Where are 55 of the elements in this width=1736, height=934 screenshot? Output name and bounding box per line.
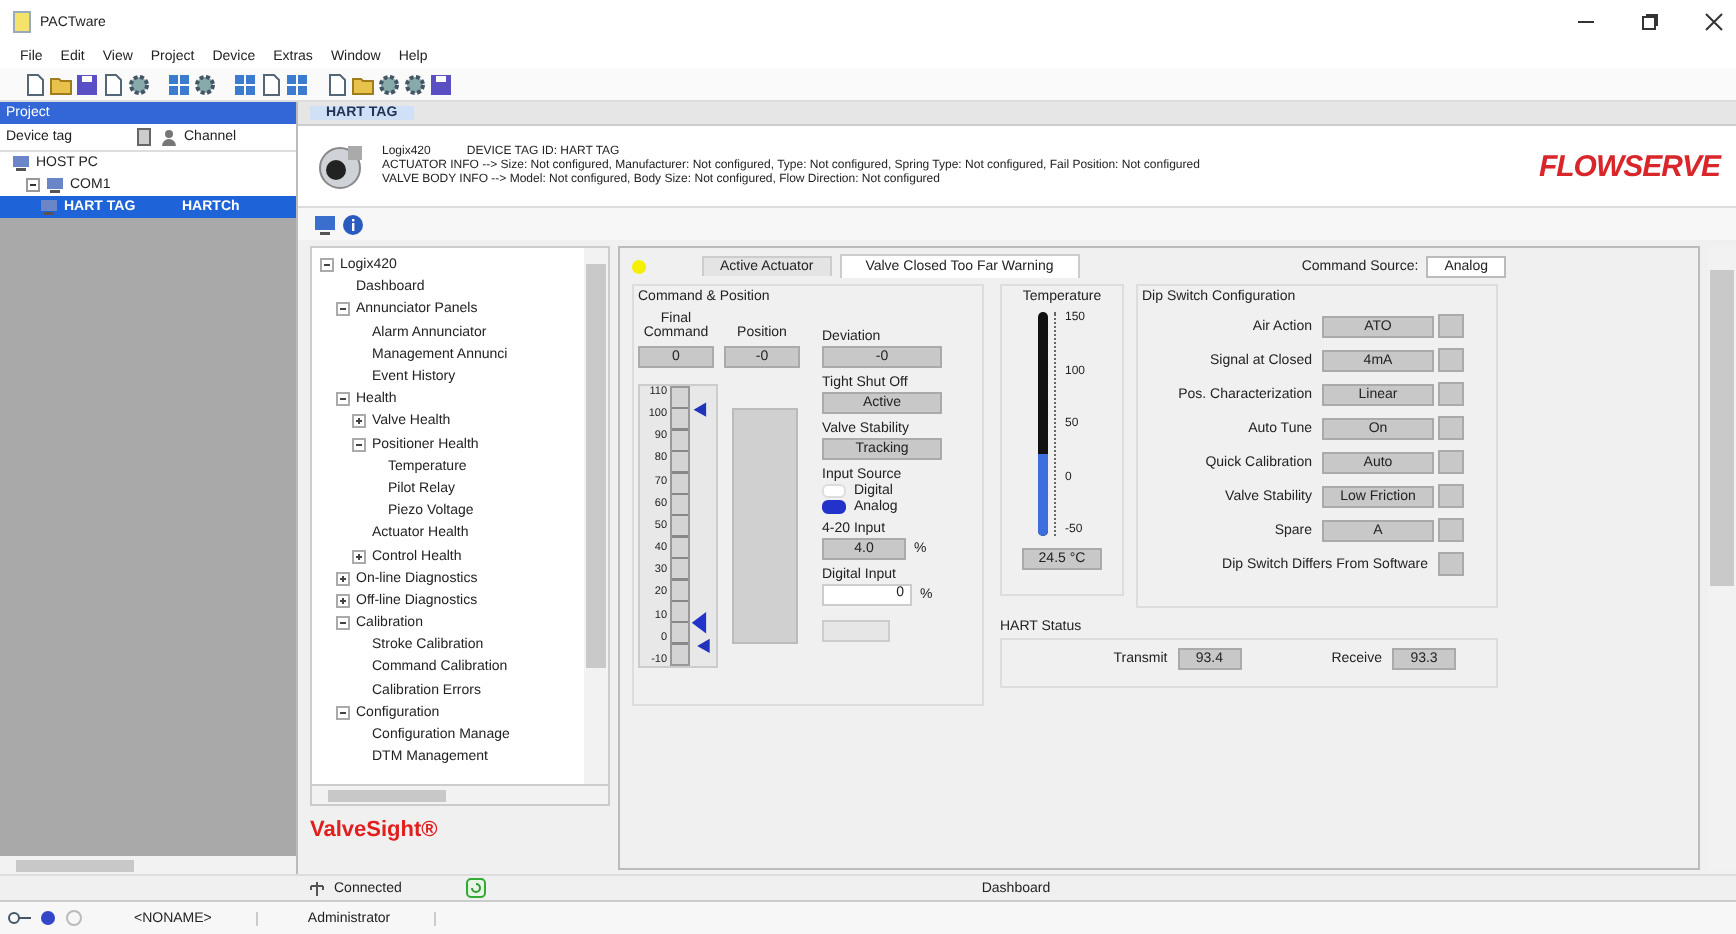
person-icon (160, 128, 178, 146)
expander-icon[interactable] (336, 571, 350, 586)
close-icon[interactable] (1704, 12, 1724, 32)
expander-icon[interactable] (352, 414, 366, 429)
refresh-icon (465, 878, 486, 898)
folder-icon[interactable] (50, 73, 72, 95)
network-icon (308, 879, 326, 897)
checkbox[interactable] (1438, 552, 1464, 576)
key-icon[interactable] (8, 908, 32, 928)
gear-icon[interactable] (404, 73, 426, 95)
document-icon[interactable] (260, 73, 282, 95)
computer-icon (40, 198, 58, 216)
expander-icon[interactable] (26, 178, 40, 192)
switch-indicator (1438, 382, 1464, 406)
scrollbar[interactable] (310, 786, 610, 806)
gear-icon[interactable] (378, 73, 400, 95)
expander-icon[interactable] (352, 549, 366, 564)
folder-icon[interactable] (352, 73, 374, 95)
expander-icon[interactable] (336, 616, 350, 631)
computer-icon (12, 154, 30, 172)
document-icon[interactable] (326, 73, 348, 95)
switch-indicator (1438, 518, 1464, 542)
switch-indicator (1438, 416, 1464, 440)
monitor-icon[interactable] (314, 213, 336, 235)
switch-indicator (1438, 450, 1464, 474)
app-icon (12, 10, 32, 34)
expander-icon[interactable] (320, 258, 334, 273)
radio-button[interactable] (822, 500, 846, 514)
expander-icon[interactable] (352, 437, 366, 452)
grid-icon[interactable] (234, 73, 256, 95)
expander-icon[interactable] (336, 705, 350, 720)
save-icon[interactable] (430, 73, 452, 95)
grid-icon[interactable] (286, 73, 308, 95)
document-icon[interactable] (102, 73, 124, 95)
status-dot (632, 259, 646, 273)
brand-logo: ValveSight® (310, 818, 440, 842)
scrollbar[interactable] (584, 248, 608, 784)
gear-icon[interactable] (128, 73, 150, 95)
info-icon[interactable] (342, 213, 364, 235)
save-icon[interactable] (76, 73, 98, 95)
expander-icon[interactable] (336, 302, 350, 317)
computer-icon (46, 176, 64, 194)
switch-indicator (1438, 348, 1464, 372)
gear-icon[interactable] (194, 73, 216, 95)
document-icon[interactable] (24, 73, 46, 95)
expander-icon[interactable] (336, 392, 350, 407)
valve-positioner-drawing (314, 140, 366, 192)
switch-indicator (1438, 314, 1464, 338)
grid-icon[interactable] (168, 73, 190, 95)
expander-icon[interactable] (336, 593, 350, 608)
switch-indicator (1438, 484, 1464, 508)
restore-icon[interactable] (1640, 12, 1660, 32)
device-icon (136, 128, 154, 146)
scrollbar[interactable] (0, 856, 296, 874)
company-logo: FLOWSERVE (1538, 149, 1720, 183)
